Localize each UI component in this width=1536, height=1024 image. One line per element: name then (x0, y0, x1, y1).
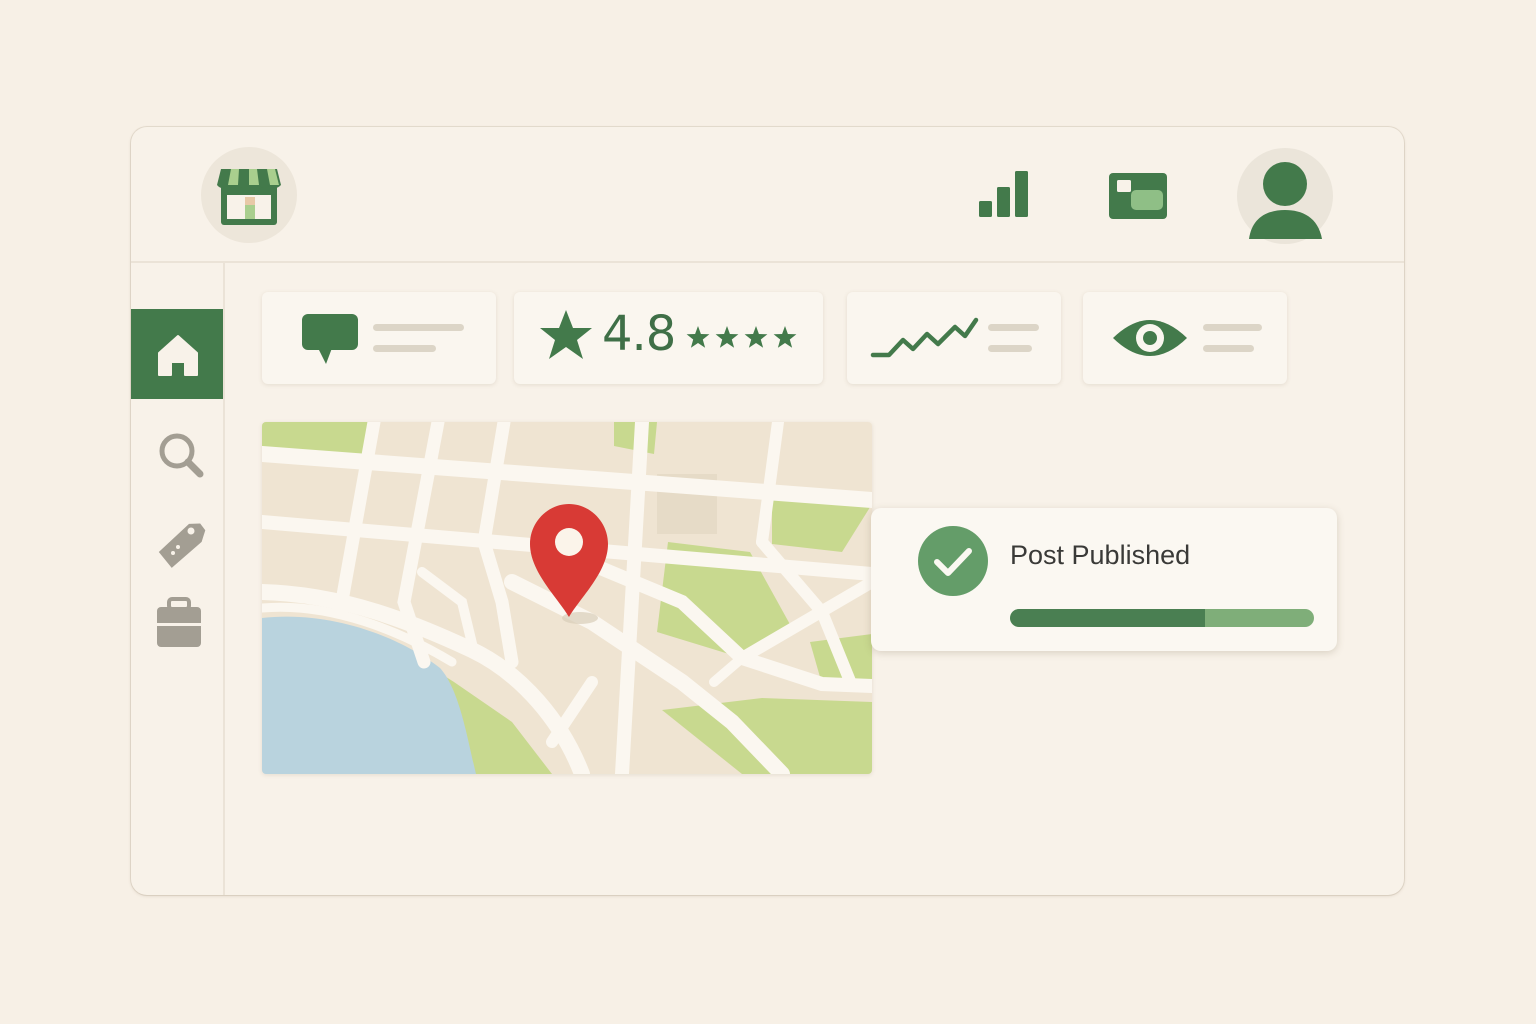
location-map[interactable] (262, 422, 872, 774)
stat-card-reviews[interactable] (262, 292, 496, 384)
sidebar-item-home[interactable] (131, 309, 223, 399)
publish-progress-bar (1010, 609, 1314, 627)
map-canvas (262, 422, 872, 774)
rating-star-icon (686, 326, 710, 348)
account-avatar[interactable] (1236, 147, 1334, 245)
rating-star-icon (773, 326, 797, 348)
rating-value: 4.8 (602, 306, 676, 362)
rating-star-icon (744, 326, 768, 348)
photos-button[interactable] (1107, 171, 1169, 221)
stat-card-rating[interactable]: 4.8 (514, 292, 823, 384)
user-avatar-icon (1237, 148, 1333, 244)
trend-line-icon (870, 317, 979, 358)
star-rating (686, 326, 797, 348)
star-icon (540, 310, 592, 359)
stat-card-performance[interactable] (847, 292, 1061, 384)
stat-card-views[interactable] (1083, 292, 1287, 384)
rating-star-icon (715, 326, 739, 348)
photo-card-icon (1109, 173, 1167, 219)
sidebar-nav (131, 263, 225, 895)
tag-icon (158, 523, 206, 568)
toast-message: Post Published (1010, 540, 1191, 570)
briefcase-icon (157, 597, 201, 647)
business-logo[interactable] (201, 147, 297, 243)
app-window: 4.8 Post Published (131, 127, 1404, 895)
publish-progress-fill (1010, 609, 1205, 627)
sidebar-item-offers[interactable] (131, 499, 223, 589)
eye-icon (1113, 320, 1187, 356)
header-bar (131, 127, 1404, 263)
analytics-button[interactable] (977, 169, 1037, 221)
storefront-icon (217, 169, 281, 225)
post-published-toast: Post Published (871, 508, 1337, 651)
speech-bubble-icon (302, 314, 358, 364)
home-icon (158, 335, 198, 376)
bar-chart-icon (979, 171, 1028, 217)
sidebar-item-business[interactable] (131, 589, 223, 679)
check-circle-icon (918, 526, 988, 596)
sidebar-item-search[interactable] (131, 409, 223, 499)
search-icon (159, 433, 204, 478)
